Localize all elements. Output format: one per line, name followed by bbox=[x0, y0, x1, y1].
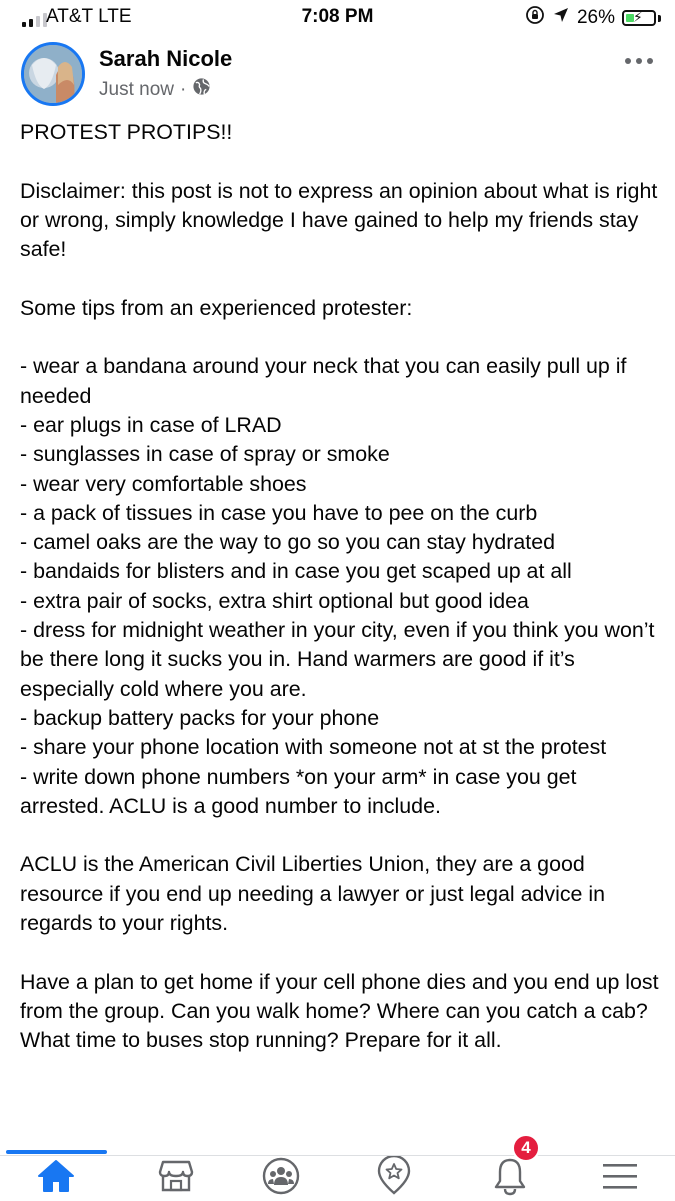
post-paragraph: PROTEST PROTIPS!! bbox=[20, 120, 233, 144]
post-text: PROTEST PROTIPS!! Disclaimer: this post … bbox=[20, 118, 660, 1056]
paragraph-spacer bbox=[20, 264, 660, 293]
post-paragraph: Disclaimer: this post is not to express … bbox=[20, 178, 658, 262]
meta-separator: · bbox=[179, 78, 187, 100]
location-arrow-icon bbox=[552, 6, 570, 30]
bell-icon bbox=[492, 1156, 528, 1201]
author-name[interactable]: Sarah Nicole bbox=[99, 46, 232, 72]
menu-icon bbox=[601, 1161, 639, 1196]
paragraph-spacer bbox=[20, 821, 660, 850]
more-options-icon[interactable] bbox=[624, 52, 654, 70]
paragraph-spacer bbox=[20, 323, 660, 352]
post-paragraph: - backup battery packs for your phone bbox=[20, 705, 380, 730]
status-bar: AT&T LTE 7:08 PM 26% ⚡ bbox=[0, 0, 675, 36]
post-paragraph: - wear a bandana around your neck that y… bbox=[20, 354, 627, 408]
marketplace-icon bbox=[158, 1159, 194, 1198]
post-paragraph: - share your phone location with someone… bbox=[20, 735, 607, 760]
post-paragraph: - sunglasses in case of spray or smoke bbox=[20, 442, 390, 467]
post-paragraph: - wear very comfortable shoes bbox=[20, 471, 307, 496]
paragraph-spacer bbox=[20, 938, 660, 967]
post-paragraph: - write down phone numbers *on your arm*… bbox=[20, 764, 577, 818]
battery-percent: 26% bbox=[576, 7, 615, 28]
tab-home[interactable] bbox=[16, 1156, 96, 1200]
tab-dating[interactable] bbox=[354, 1154, 434, 1201]
post-paragraph: - camel oaks are the way to go so you ca… bbox=[20, 530, 556, 555]
bottom-tab-bar bbox=[0, 1154, 675, 1201]
charging-bolt-icon: ⚡ bbox=[633, 9, 643, 25]
avatar[interactable] bbox=[21, 42, 85, 106]
tab-menu[interactable] bbox=[580, 1156, 660, 1200]
post-paragraph: Some tips from an experienced protester: bbox=[20, 295, 413, 320]
post-paragraph: - ear plugs in case of LRAD bbox=[20, 412, 282, 437]
home-icon bbox=[36, 1158, 76, 1199]
active-tab-indicator bbox=[6, 1150, 107, 1154]
dating-icon bbox=[376, 1154, 412, 1201]
battery-icon: ⚡ bbox=[622, 9, 656, 26]
post-paragraph: Have a plan to get home if your cell pho… bbox=[20, 969, 659, 1053]
groups-icon bbox=[261, 1156, 301, 1201]
orientation-lock-icon bbox=[525, 5, 545, 31]
post-paragraph: - bandaids for blisters and in case you … bbox=[20, 559, 572, 584]
notification-badge: 4 bbox=[512, 1134, 540, 1162]
post-paragraph: - a pack of tissues in case you have to … bbox=[20, 500, 538, 525]
tab-groups[interactable] bbox=[241, 1156, 321, 1200]
tab-notifications[interactable] bbox=[470, 1156, 550, 1200]
battery-cap bbox=[658, 14, 661, 22]
paragraph-spacer bbox=[20, 147, 660, 176]
post-meta: Just now · bbox=[99, 77, 211, 102]
post-timestamp[interactable]: Just now bbox=[99, 79, 174, 101]
post-paragraph: - extra pair of socks, extra shirt optio… bbox=[20, 588, 529, 613]
status-right: 26% ⚡ bbox=[525, 5, 661, 31]
post-paragraph: ACLU is the American Civil Liberties Uni… bbox=[20, 852, 606, 936]
public-globe-icon bbox=[192, 77, 211, 102]
post-header: Sarah Nicole Just now · bbox=[0, 36, 675, 116]
tab-marketplace[interactable] bbox=[136, 1156, 216, 1200]
post-paragraph: - dress for midnight weather in your cit… bbox=[20, 618, 655, 701]
